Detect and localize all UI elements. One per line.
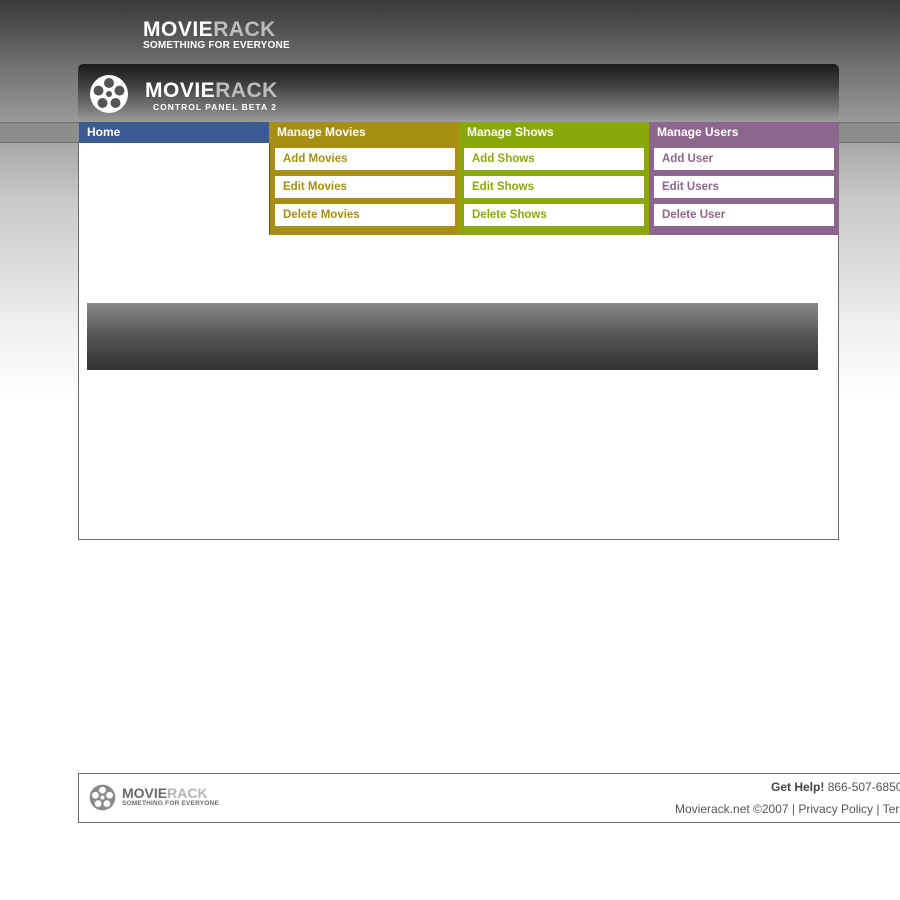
tab-manage-shows[interactable]: Manage Shows [459, 122, 649, 143]
add-movies-link[interactable]: Add Movies [275, 148, 455, 170]
privacy-policy-link[interactable]: Privacy Policy [798, 802, 873, 816]
delete-movies-link[interactable]: Delete Movies [275, 204, 455, 226]
edit-shows-link[interactable]: Edit Shows [464, 176, 644, 198]
content-banner [87, 303, 818, 370]
copyright: Movierack.net ©2007 [675, 802, 789, 816]
manage-movies-menu: Add Movies Edit Movies Delete Movies [269, 143, 459, 235]
footer-tagline: SOMETHING FOR EVERYONE [122, 800, 219, 807]
control-panel-logo[interactable]: MOVIERACK CONTROL PANEL BETA 2 [145, 80, 278, 112]
delete-shows-link[interactable]: Delete Shows [464, 204, 644, 226]
footer: MOVIERACK SOMETHING FOR EVERYONE Get Hel… [78, 773, 900, 823]
header-subtitle: CONTROL PANEL BETA 2 [153, 102, 277, 112]
film-reel-icon [90, 75, 128, 113]
manage-shows-menu: Add Shows Edit Shows Delete Shows [459, 143, 649, 235]
help-line: Get Help! 866-507-6850 | [771, 780, 900, 794]
top-logo-tagline: SOMETHING FOR EVERYONE [143, 40, 290, 51]
tab-manage-movies[interactable]: Manage Movies [269, 122, 459, 143]
edit-movies-link[interactable]: Edit Movies [275, 176, 455, 198]
footer-wordmark: MOVIERACK [122, 785, 208, 801]
film-reel-icon [89, 784, 116, 811]
manage-users-menu: Add User Edit Users Delete User [649, 143, 839, 235]
tab-home[interactable]: Home [79, 122, 269, 143]
top-logo-wordmark: MOVIERACK [143, 18, 276, 41]
edit-users-link[interactable]: Edit Users [654, 176, 834, 198]
footer-logo[interactable]: MOVIERACK SOMETHING FOR EVERYONE [122, 786, 219, 808]
add-shows-link[interactable]: Add Shows [464, 148, 644, 170]
add-user-link[interactable]: Add User [654, 148, 834, 170]
header-wordmark: MOVIERACK [145, 79, 278, 102]
control-panel-header: MOVIERACK CONTROL PANEL BETA 2 [78, 64, 839, 122]
help-label: Get Help! [771, 780, 825, 794]
top-logo[interactable]: MOVIERACK SOMETHING FOR EVERYONE [143, 19, 290, 51]
phone-number: 866-507-6850 [827, 780, 900, 794]
tab-manage-users[interactable]: Manage Users [649, 122, 839, 143]
terms-link[interactable]: Terms o [883, 802, 900, 816]
delete-user-link[interactable]: Delete User [654, 204, 834, 226]
footer-links: Movierack.net ©2007 | Privacy Policy | T… [675, 802, 900, 816]
